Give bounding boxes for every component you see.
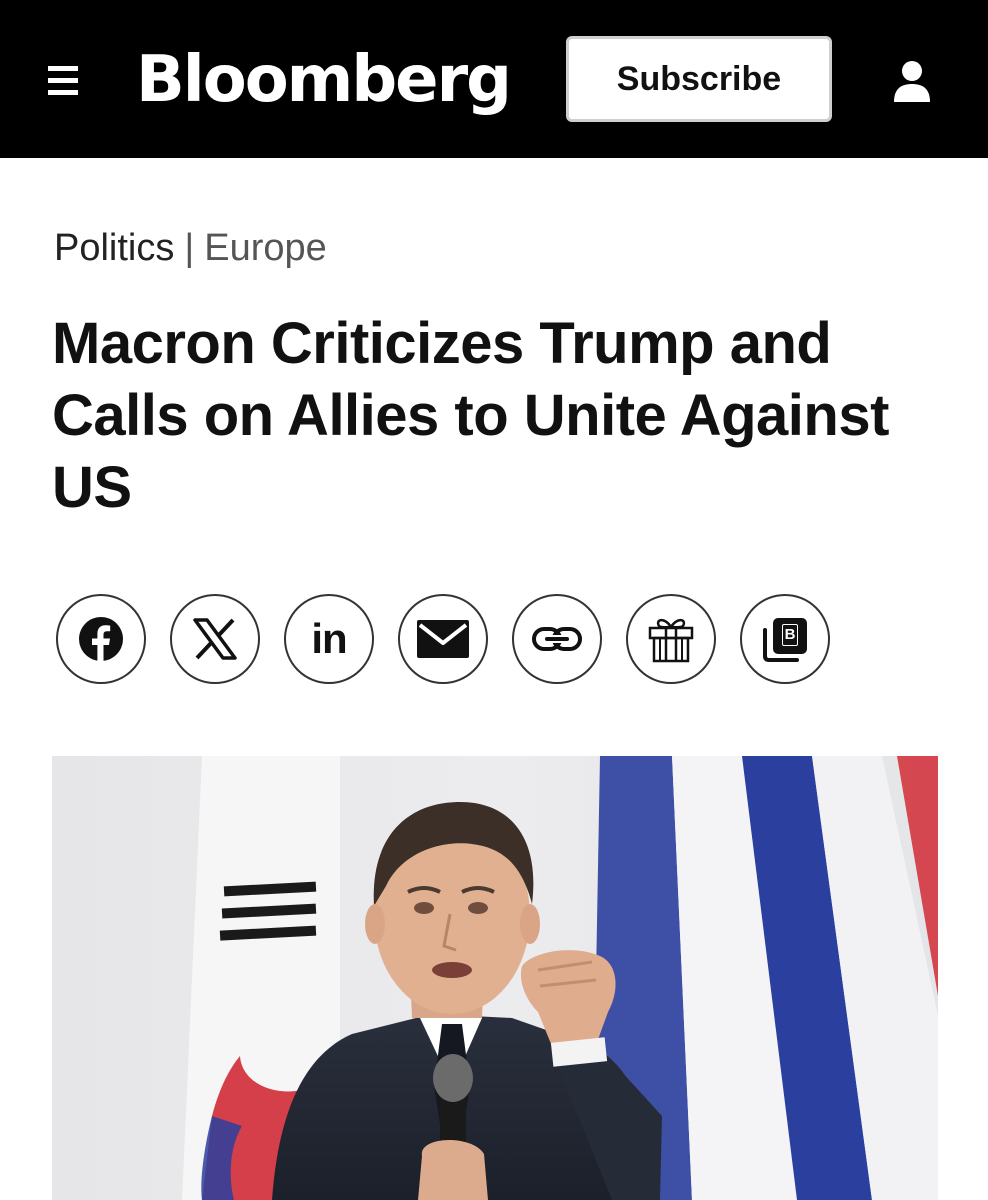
subscribe-button[interactable]: Subscribe [566, 36, 832, 122]
hamburger-menu-icon[interactable] [48, 62, 78, 98]
article-headline: Macron Criticizes Trump and Calls on All… [52, 311, 889, 520]
x-share-button[interactable] [170, 594, 260, 684]
bloomberg-app-icon: B [761, 616, 809, 662]
user-icon[interactable] [890, 60, 934, 102]
x-icon [193, 618, 237, 660]
bloomberg-app-button[interactable]: B [740, 594, 830, 684]
email-share-button[interactable] [398, 594, 488, 684]
breadcrumb-politics[interactable]: Politics [54, 227, 174, 269]
breadcrumb-separator: | [184, 227, 195, 269]
gift-icon [645, 613, 697, 665]
share-toolbar: in B [56, 594, 856, 686]
facebook-share-button[interactable] [56, 594, 146, 684]
hero-photo [52, 756, 938, 1200]
hero-photo-illustration [52, 756, 938, 1200]
breadcrumb-europe[interactable]: Europe [204, 227, 327, 269]
bloomberg-logo[interactable]: Bloomberg [136, 38, 512, 122]
linkedin-icon: in [311, 615, 347, 662]
breadcrumb: Politics | Europe [54, 222, 327, 274]
gift-article-button[interactable] [626, 594, 716, 684]
bloomberg-app-label: B [782, 624, 798, 646]
copy-link-button[interactable] [512, 594, 602, 684]
top-navigation-bar: Bloomberg Subscribe [0, 0, 988, 158]
link-icon [531, 624, 583, 654]
linkedin-share-button[interactable]: in [284, 594, 374, 684]
facebook-icon [77, 615, 125, 663]
email-icon [416, 619, 470, 659]
